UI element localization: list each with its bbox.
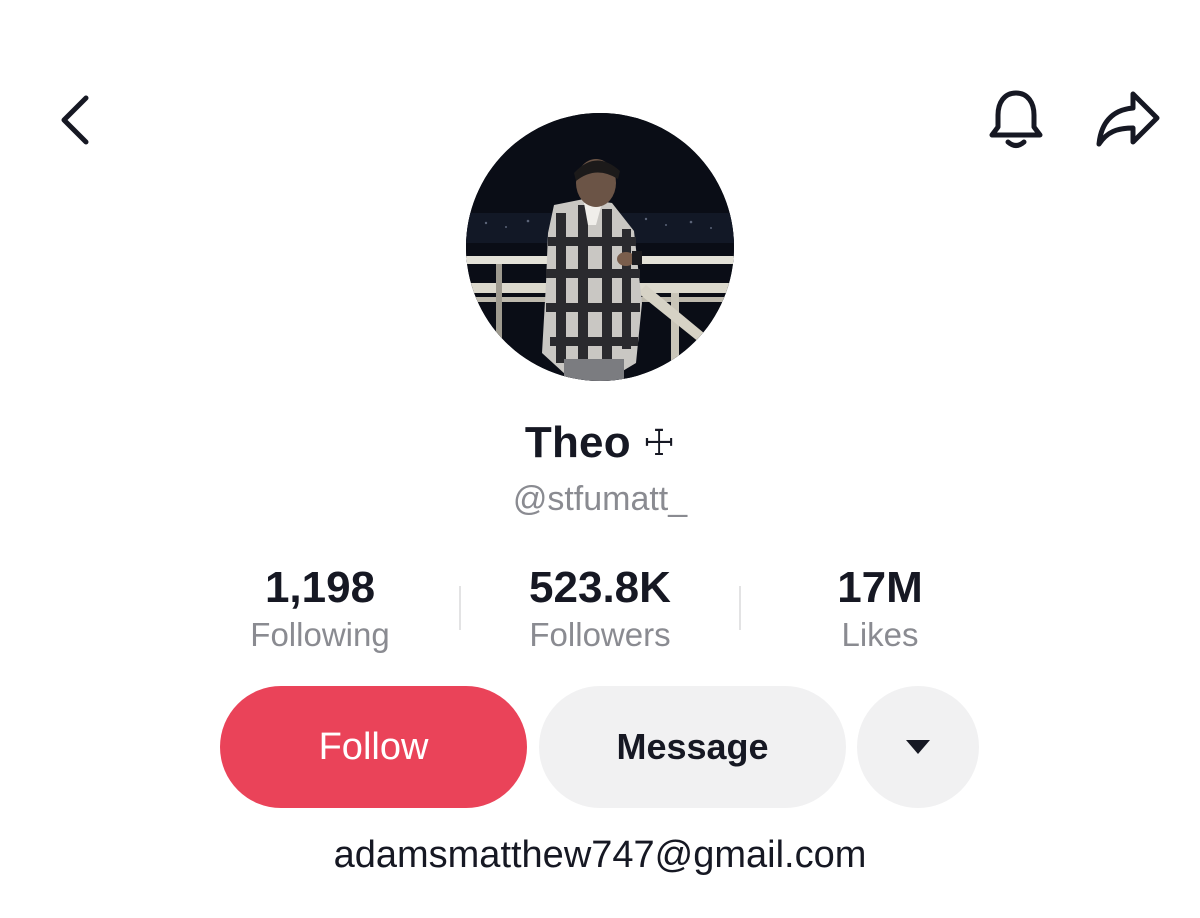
chevron-left-icon: [61, 95, 89, 145]
caret-down-icon: [906, 740, 930, 754]
profile-avatar[interactable]: [466, 113, 734, 381]
follow-button[interactable]: Follow: [220, 686, 527, 808]
followers-count: 523.8K: [529, 563, 671, 612]
likes-stat[interactable]: 17M Likes: [740, 562, 1020, 656]
username: @stfumatt_: [512, 480, 688, 518]
likes-label: Likes: [841, 616, 919, 653]
notification-button[interactable]: [980, 84, 1052, 156]
back-button[interactable]: [44, 88, 104, 152]
more-options-button[interactable]: [857, 686, 979, 808]
share-button[interactable]: [1088, 84, 1168, 156]
share-arrow-icon: [1096, 91, 1160, 147]
message-button[interactable]: Message: [539, 686, 846, 808]
name-symbol: ☩: [642, 422, 676, 464]
avatar-photo: [466, 113, 734, 381]
display-name: Theo: [524, 418, 631, 467]
following-label: Following: [250, 616, 390, 653]
profile-page: Theo ☩ @stfumatt_ 1,198 Following 523.8K…: [0, 0, 1200, 918]
bio-text: adamsmatthew747@gmail.com: [333, 834, 867, 876]
bell-icon: [989, 90, 1043, 148]
followers-stat[interactable]: 523.8K Followers: [460, 562, 740, 656]
name-row: Theo ☩: [0, 418, 1200, 468]
following-count: 1,198: [264, 563, 376, 612]
stats-row: 1,198 Following 523.8K Followers 17M Lik…: [180, 562, 1020, 662]
followers-label: Followers: [529, 616, 671, 653]
likes-count: 17M: [837, 563, 923, 612]
following-stat[interactable]: 1,198 Following: [180, 562, 460, 656]
